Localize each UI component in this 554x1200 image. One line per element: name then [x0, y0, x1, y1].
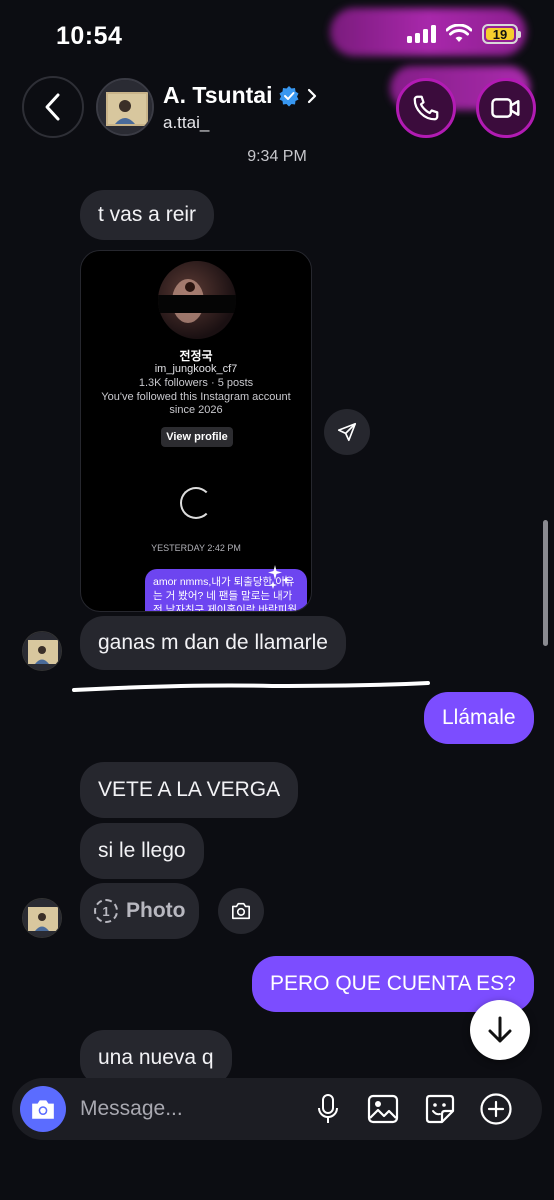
- battery-level: 19: [486, 27, 514, 42]
- camera-icon: [32, 1100, 54, 1119]
- message-text: PERO QUE CUENTA ES?: [270, 972, 516, 995]
- avatar[interactable]: [22, 898, 62, 938]
- phone-icon: [413, 95, 439, 121]
- view-profile-button[interactable]: View profile: [161, 427, 233, 447]
- sticker-icon: [425, 1094, 455, 1124]
- plus-circle-icon: [480, 1093, 512, 1125]
- shared-profile-card[interactable]: 전정국 im_jungkook_cf7 1.3K followers · 5 p…: [80, 250, 312, 612]
- message-timestamp: 9:34 PM: [247, 148, 307, 165]
- message-text: t vas a reir: [98, 203, 197, 226]
- scroll-to-bottom-button[interactable]: [470, 1000, 530, 1060]
- message-bubble-incoming[interactable]: ganas m dan de llamarle: [80, 616, 346, 670]
- avatar[interactable]: [96, 78, 154, 136]
- contact-username: a.ttai_: [163, 113, 210, 132]
- battery-icon: 19: [482, 24, 521, 44]
- message-composer: [12, 1078, 542, 1140]
- contact-name[interactable]: A. Tsuntai: [163, 82, 272, 109]
- send-icon: [337, 422, 357, 442]
- camera-button[interactable]: [20, 1086, 66, 1132]
- shared-profile-stats: 1.3K followers · 5 posts: [138, 377, 254, 389]
- camera-reply-button[interactable]: [218, 888, 264, 934]
- back-button[interactable]: [22, 76, 84, 138]
- gallery-button[interactable]: [365, 1091, 401, 1127]
- message-text: VETE A LA VERGA: [98, 778, 281, 801]
- status-indicators: 19: [407, 24, 521, 44]
- message-text: Photo: [126, 899, 186, 922]
- message-text: si le llego: [98, 839, 186, 862]
- message-bubble-outgoing[interactable]: Llámale: [424, 692, 534, 744]
- view-once-photo-message[interactable]: 1 Photo: [80, 883, 200, 939]
- video-call-button[interactable]: [476, 78, 536, 138]
- arrow-down-icon: [488, 1016, 512, 1043]
- sparkle-icon: [268, 565, 291, 589]
- image-icon: [367, 1094, 399, 1124]
- message-text: Llámale: [442, 706, 516, 729]
- card-timestamp: YESTERDAY 2:42 PM: [151, 543, 241, 553]
- message-bubble-incoming[interactable]: VETE A LA VERGA: [80, 762, 299, 818]
- shared-profile-follow-note: You've followed this Instagram account: [101, 391, 291, 403]
- shared-profile-follow-since: since 2026: [169, 404, 223, 416]
- shared-profile-picture: [158, 261, 236, 339]
- chevron-left-icon: [45, 93, 60, 121]
- message-input[interactable]: [80, 1092, 300, 1126]
- view-once-count: 1: [102, 903, 110, 919]
- message-text: una nueva q: [98, 1046, 214, 1069]
- share-button[interactable]: [324, 409, 370, 455]
- camera-icon: [232, 902, 250, 920]
- scrollbar[interactable]: [543, 520, 548, 646]
- status-time: 10:54: [56, 22, 123, 50]
- signal-icon: [407, 25, 436, 43]
- contact-name-row[interactable]: A. Tsuntai: [163, 82, 318, 109]
- wifi-icon: [446, 24, 472, 42]
- message-bubble-incoming[interactable]: t vas a reir: [80, 190, 215, 240]
- view-once-icon: 1: [94, 899, 118, 923]
- drawn-underline: [72, 681, 430, 692]
- verified-badge-icon: [279, 85, 299, 106]
- chevron-right-icon: [308, 88, 317, 103]
- microphone-icon: [318, 1094, 338, 1123]
- video-camera-icon: [491, 98, 520, 118]
- add-button[interactable]: [478, 1091, 514, 1127]
- microphone-button[interactable]: [310, 1091, 346, 1127]
- message-bubble-incoming[interactable]: si le llego: [80, 823, 204, 879]
- message-text: ganas m dan de llamarle: [98, 631, 328, 654]
- loading-spinner-icon: [180, 487, 212, 519]
- voice-call-button[interactable]: [396, 78, 456, 138]
- shared-profile-handle: im_jungkook_cf7: [154, 363, 238, 375]
- avatar[interactable]: [22, 631, 62, 671]
- shared-profile-name: 전정국: [179, 349, 213, 363]
- sticker-button[interactable]: [422, 1091, 458, 1127]
